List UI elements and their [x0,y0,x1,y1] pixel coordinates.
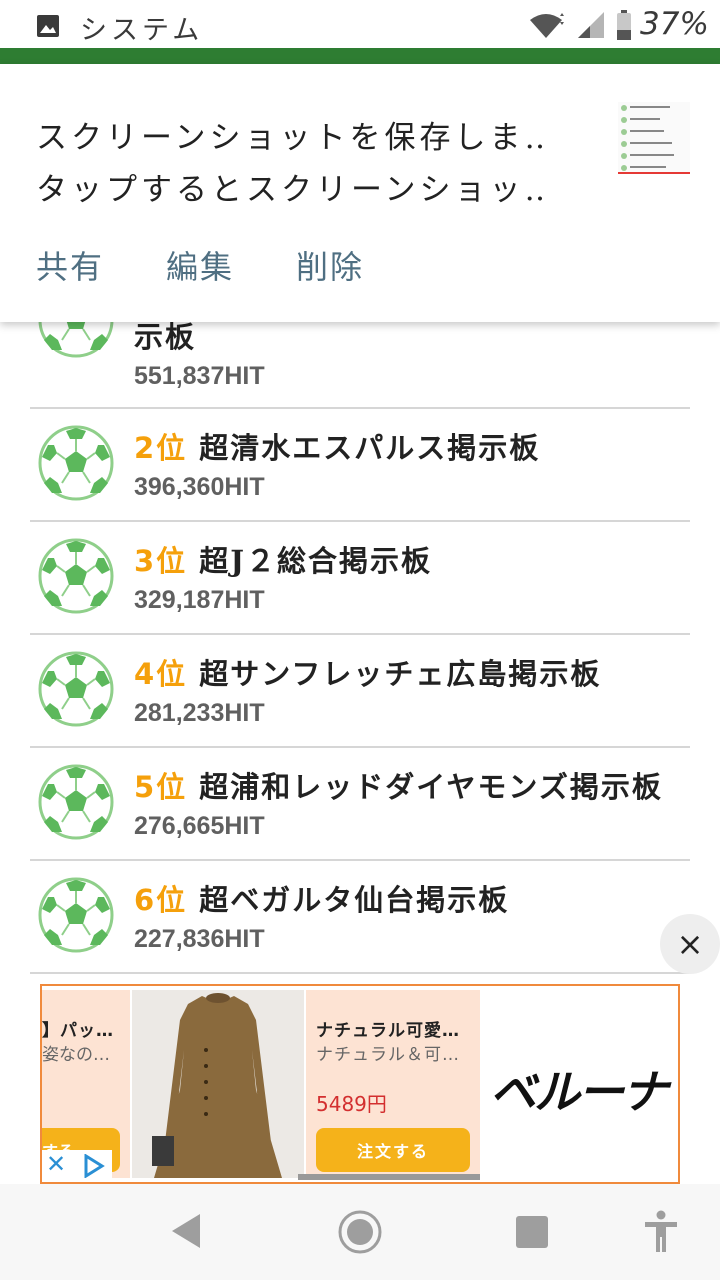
list-item-name: 超サンフレッチェ広島掲示板 [187,657,602,691]
list-item[interactable]: 4位 超サンフレッチェ広島掲示板 281,233HIT [30,635,690,748]
battery-icon [617,10,631,40]
list-item-hits: 276,665HIT [134,812,265,840]
navigation-bar [0,1184,720,1280]
list-item-hits: 227,836HIT [134,925,265,953]
list-item-rank: 2位 [134,431,188,465]
list-item-title: 3位 超J２総合掲示板 [134,538,432,580]
notification-actions: 共有 編集 削除 [36,242,426,288]
list-item-name: 超浦和レッドダイヤモンズ掲示板 [187,770,663,804]
list-item-rank: 3位 [134,544,188,578]
soccer-ball-icon [38,538,114,614]
recents-icon[interactable] [516,1216,548,1248]
list-item[interactable]: 3位 超J２総合掲示板 329,187HIT [30,522,690,635]
ad-card-title: 】パッ… [42,1021,114,1041]
screenshot-thumbnail[interactable] [618,102,690,174]
list-item-rank: 5位 [134,770,188,804]
list-item-name: 超ベガルタ仙台掲示板 [187,883,510,917]
soccer-ball-icon [38,877,114,953]
list-item-rank: 6位 [134,883,188,917]
list-item-rank: 4位 [134,657,188,691]
adchoices-icon[interactable] [82,1154,106,1178]
ad-card-title: ナチュラル可愛… [316,1021,460,1041]
screenshot-notification[interactable]: スクリーンショットを保存しま‥ タップするとスクリーンショッ‥ 共有 編集 削除 [0,64,720,322]
status-bar: システム 37% [0,0,720,48]
list-item-hits: 281,233HIT [134,699,265,727]
ad-card[interactable]: ナチュラル可愛… ナチュラル＆可… 5489円 注文する [306,990,480,1178]
list-item-title: 5位 超浦和レッドダイヤモンズ掲示板 [134,764,663,806]
accessibility-icon[interactable] [644,1210,678,1252]
ad-choices[interactable]: ✕ [42,1150,112,1182]
list-item-hits: 551,837HIT [134,362,265,390]
app-header-bar [0,48,720,64]
ad-banner[interactable]: 】パッ… 姿なの… する ナチュラル可愛… ナチュラル＆可… 5489円 注文す… [40,984,680,1184]
wifi-icon [530,13,564,38]
signal-icon [578,12,604,38]
ad-brand-logo[interactable]: ベルーナ [490,1056,668,1122]
soccer-ball-icon [38,425,114,501]
list-item-name: 示板 [134,320,197,354]
soccer-ball-icon [38,651,114,727]
list-item-title: 6位 超ベガルタ仙台掲示板 [134,877,509,919]
list-item[interactable]: 2位 超清水エスパルス掲示板 396,360HIT [30,409,690,522]
home-icon[interactable] [338,1210,382,1254]
ad-close-button[interactable]: × [660,914,720,974]
list-item-hits: 329,187HIT [134,586,265,614]
ad-card-subtitle: 姿なの… [42,1045,110,1065]
list-item-hits: 396,360HIT [134,473,265,501]
list-item-title: 2位 超清水エスパルス掲示板 [134,425,540,467]
back-icon[interactable] [172,1214,202,1248]
ad-order-button[interactable]: 注文する [316,1128,470,1172]
share-action[interactable]: 共有 [36,242,104,288]
soccer-ball-icon [38,764,114,840]
image-icon [37,15,59,37]
dress-product-image[interactable] [132,990,304,1178]
ad-scroll-indicator [298,1174,480,1180]
list-item[interactable]: 5位 超浦和レッドダイヤモンズ掲示板 276,665HIT [30,748,690,861]
delete-action[interactable]: 削除 [296,242,364,288]
list-item-name: 超J２総合掲示板 [187,544,433,578]
status-app-name: システム [80,15,204,46]
list-item-title: 4位 超サンフレッチェ広島掲示板 [134,651,601,693]
ad-close-icon[interactable]: ✕ [46,1150,66,1178]
ad-card-price: 5489円 [316,1092,387,1116]
list-item-name: 超清水エスパルス掲示板 [187,431,541,465]
battery-percent: 37% [640,6,709,42]
list-item[interactable]: 6位 超ベガルタ仙台掲示板 227,836HIT [30,861,690,974]
edit-action[interactable]: 編集 [166,242,234,288]
notification-title: スクリーンショットを保存しま‥ [36,120,550,156]
notification-text: タップするとスクリーンショッ‥ [36,172,550,208]
ad-card-subtitle: ナチュラル＆可… [316,1045,460,1065]
